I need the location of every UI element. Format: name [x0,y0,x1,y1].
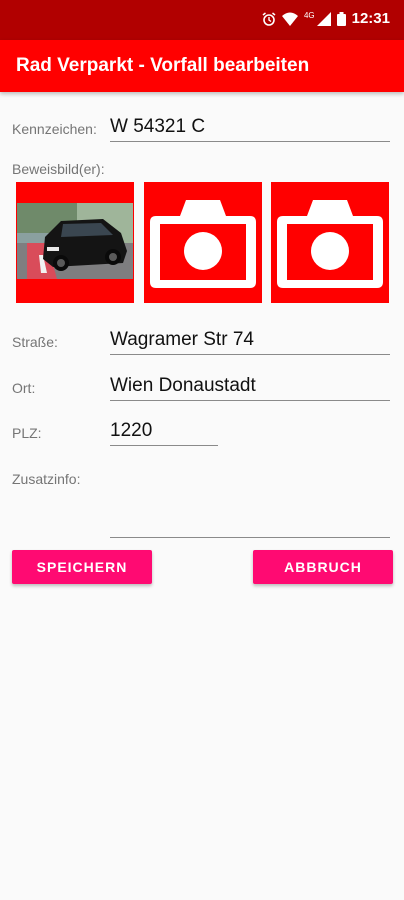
kennzeichen-label: Kennzeichen: [12,121,97,137]
save-button[interactable]: SPEICHERN [12,550,152,584]
zusatzinfo-label: Zusatzinfo: [12,471,81,487]
status-bar: 4G 12:31 [0,0,404,40]
ort-field[interactable]: Wien Donaustadt [110,373,390,401]
wifi-icon [281,12,298,26]
evidence-photo-1[interactable] [16,182,134,303]
page-title: Rad Verparkt - Vorfall bearbeiten [16,55,310,76]
ort-label: Ort: [12,380,36,396]
plz-label: PLZ: [12,425,42,441]
plz-field[interactable]: 1220 [110,418,218,446]
strasse-field[interactable]: Wagramer Str 74 [110,327,390,355]
camera-icon [277,200,383,288]
strasse-label: Straße: [12,334,58,350]
battery-icon [336,11,346,26]
clock: 12:31 [351,10,390,27]
zusatzinfo-field[interactable] [110,510,390,538]
car-photo-thumbnail [17,203,133,279]
status-icons: 4G 12:31 [262,10,390,27]
network-type: 4G [303,11,315,20]
camera-icon [150,200,256,288]
app-bar: Rad Verparkt - Vorfall bearbeiten [0,40,404,92]
signal-icon [316,11,331,26]
alarm-icon [262,11,276,26]
kennzeichen-field[interactable]: W 54321 C [110,114,390,142]
evidence-photo-2[interactable] [144,182,262,303]
beweisbilder-label: Beweisbild(er): [12,161,105,177]
evidence-photo-3[interactable] [271,182,389,303]
cancel-button[interactable]: ABBRUCH [253,550,393,584]
